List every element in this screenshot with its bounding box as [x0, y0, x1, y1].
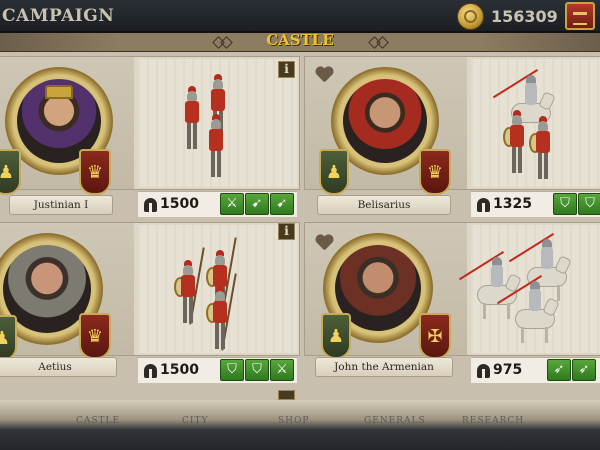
- soldier-figure: [206, 114, 226, 179]
- soldier-figure: [503, 110, 527, 175]
- general-list[interactable]: ♟ ♛ Justinian I i 1500 ⚔ ➹ ➹ ♟ ♛ Belisar…: [0, 52, 600, 400]
- troop-count: 1325: [493, 196, 532, 212]
- tab-shop[interactable]: SHOP: [278, 416, 309, 426]
- soldier-figure: [529, 116, 553, 181]
- imperial-emblem-icon[interactable]: [565, 2, 595, 30]
- favorite-heart-icon[interactable]: [315, 67, 333, 83]
- shield-icon[interactable]: ⛉: [553, 193, 577, 215]
- running-icon[interactable]: ➶: [572, 359, 596, 381]
- general-name: Aetius: [0, 357, 117, 377]
- helmet-icon: [477, 364, 490, 378]
- ornament-right-icon: [368, 37, 388, 47]
- shield-icon[interactable]: ⛉: [220, 359, 244, 381]
- unit-class-shield-icon: ♟: [321, 313, 351, 359]
- gold-amount: 156309: [491, 7, 558, 26]
- unit-panel[interactable]: i 1500 ⚔ ➹ ➹: [138, 59, 297, 217]
- troop-count: 1500: [160, 362, 199, 378]
- general-name: John the Armenian: [315, 357, 453, 377]
- general-name: Justinian I: [9, 195, 113, 215]
- troop-stat-bar: 1500 ⛉ ⛉ ⚔: [138, 357, 297, 383]
- general-card[interactable]: ♟ ♛ Belisarius 1325 ⛉ ⛉: [304, 56, 600, 217]
- crown-rank-icon: ♛: [79, 313, 111, 359]
- unit-panel[interactable]: 975 ➶ ➶: [458, 225, 600, 383]
- crown-rank-icon: ♛: [79, 149, 111, 195]
- unit-class-shield-icon: ♟: [0, 315, 17, 361]
- cavalry-figure: [496, 275, 560, 345]
- favorite-heart-icon[interactable]: [315, 235, 333, 251]
- general-name: Belisarius: [317, 195, 451, 215]
- tab-city[interactable]: CITY: [182, 416, 208, 426]
- troop-stat-bar: 1325 ⛉ ⛉: [471, 191, 600, 217]
- helmet-icon: [144, 364, 157, 378]
- tab-generals[interactable]: GENERALS: [364, 416, 426, 426]
- soldier-figure: [174, 247, 205, 325]
- unit-info-button[interactable]: i: [278, 223, 295, 240]
- helmet-icon: [477, 198, 490, 212]
- soldier-figure: [182, 86, 202, 151]
- ornament-left-icon: [212, 37, 232, 47]
- general-card[interactable]: ♟ ✠ John the Armenian 975 ➶ ➶: [304, 222, 600, 383]
- sword-icon[interactable]: ⚔: [220, 193, 244, 215]
- crossbow-icon[interactable]: ➹: [245, 193, 269, 215]
- section-title: CASTLE: [266, 31, 334, 49]
- running-icon[interactable]: ➶: [547, 359, 571, 381]
- troop-count: 1500: [160, 196, 199, 212]
- top-bar: CAMPAIGN 156309: [0, 0, 600, 33]
- shield-icon[interactable]: ⛉: [578, 193, 600, 215]
- unit-info-button[interactable]: [278, 390, 295, 400]
- shield-icon[interactable]: ⛉: [245, 359, 269, 381]
- general-portrait-belisarius[interactable]: [343, 79, 427, 163]
- unit-panel[interactable]: 1325 ⛉ ⛉: [471, 59, 600, 217]
- crossbow-icon[interactable]: ➹: [270, 193, 294, 215]
- unit-panel[interactable]: i 1500 ⛉ ⛉ ⚔: [138, 223, 297, 383]
- gold-coin-icon: [457, 3, 484, 30]
- sword-icon[interactable]: ⚔: [270, 359, 294, 381]
- helmet-icon: [144, 198, 157, 212]
- troop-stat-bar: 1500 ⚔ ➹ ➹: [138, 191, 297, 217]
- bottom-tab-bar: CASTLE CITY SHOP GENERALS RESEARCH: [0, 416, 600, 430]
- troop-stat-bar: 975 ➶ ➶: [471, 357, 600, 383]
- cross-rank-icon: ✠: [419, 313, 451, 359]
- general-card[interactable]: ♟ ♛ Justinian I i 1500 ⚔ ➹ ➹: [0, 56, 300, 217]
- soldier-figure: [206, 273, 237, 351]
- tab-research[interactable]: RESEARCH: [462, 416, 524, 426]
- unit-info-button[interactable]: i: [278, 61, 295, 78]
- general-card[interactable]: ♟ ♛ Aetius i 1500 ⛉ ⛉ ⚔: [0, 222, 300, 383]
- campaign-title[interactable]: CAMPAIGN: [2, 6, 114, 26]
- unit-class-shield-icon: ♟: [0, 149, 21, 195]
- unit-class-shield-icon: ♟: [319, 149, 349, 195]
- troop-count: 975: [493, 362, 523, 378]
- tab-castle[interactable]: CASTLE: [76, 416, 120, 426]
- crown-rank-icon: ♛: [419, 149, 451, 195]
